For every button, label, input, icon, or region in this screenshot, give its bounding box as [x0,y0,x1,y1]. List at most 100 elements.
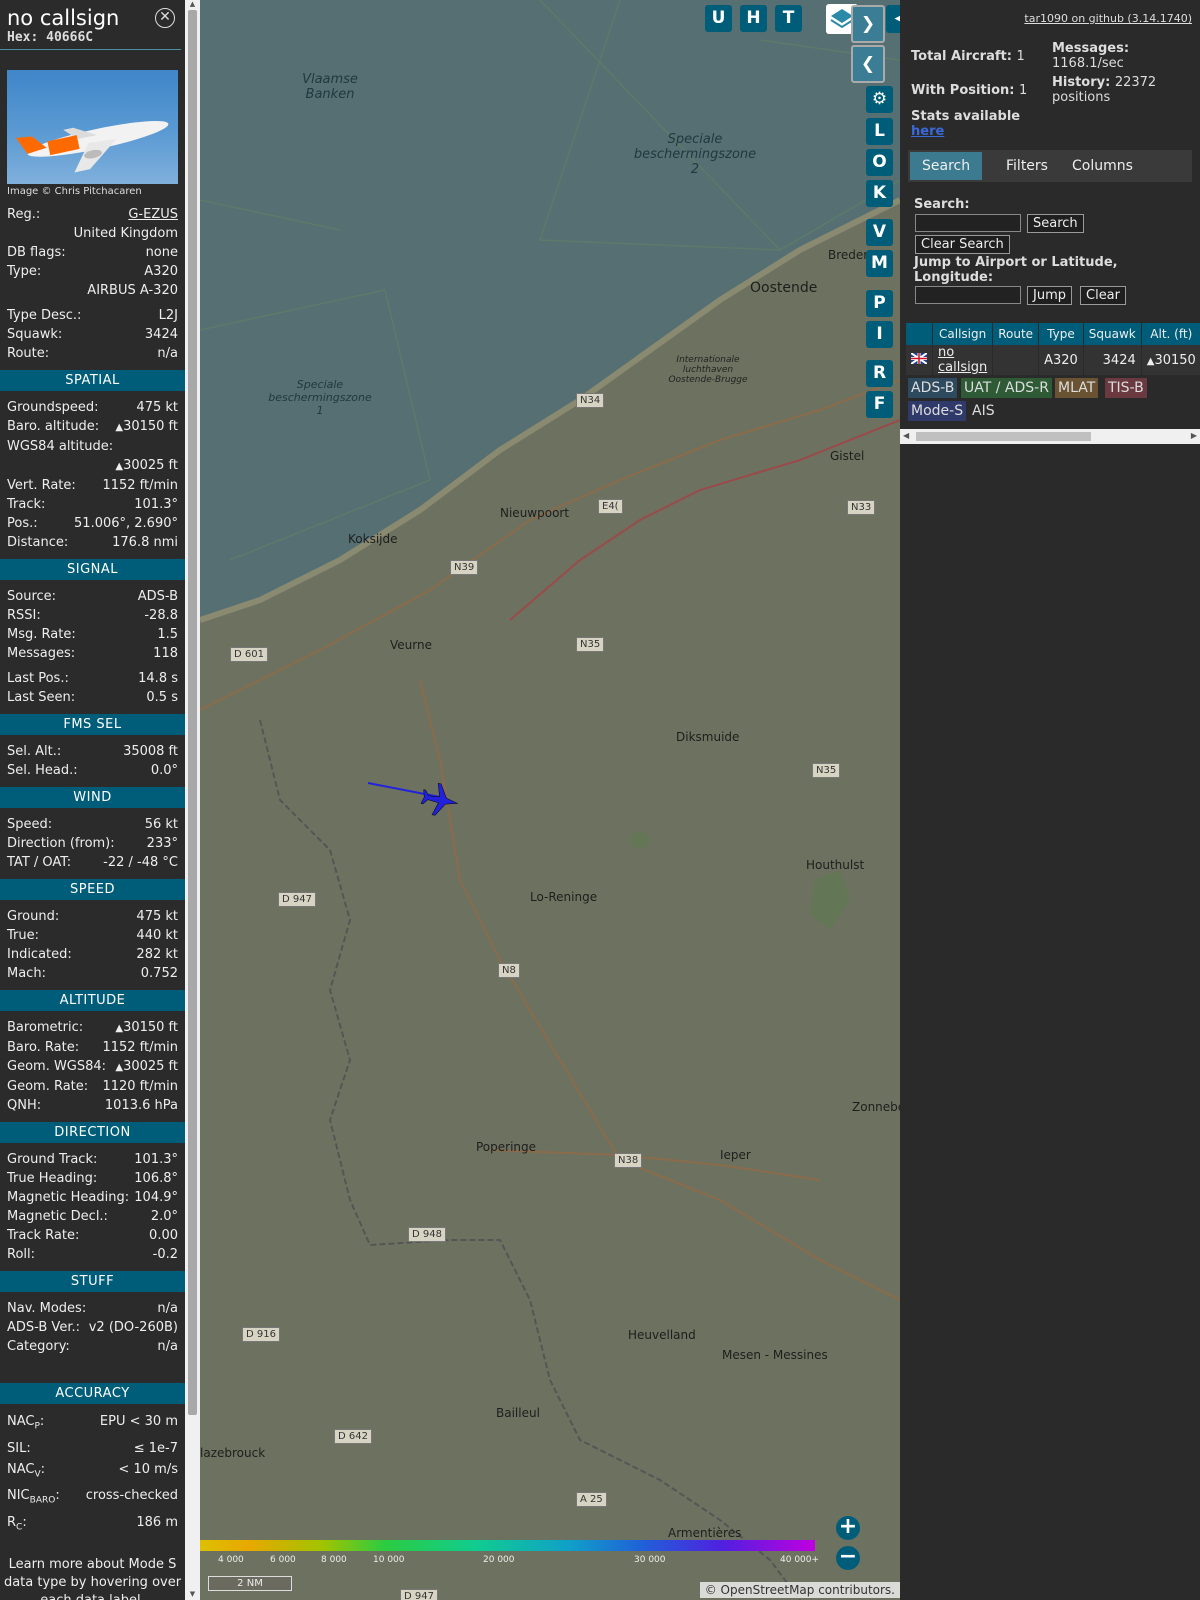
mag-decl-label: Magnetic Decl.: [7,1209,108,1224]
collapse-left-button[interactable]: ❮ [851,45,885,83]
close-icon[interactable]: ✕ [155,8,175,28]
col-callsign[interactable]: Callsign [932,323,994,345]
hscroll-thumb[interactable] [916,432,1091,441]
type-value: A320 [144,264,178,279]
col-alt[interactable]: Alt. (ft) [1141,323,1200,345]
swap-panels-button[interactable]: ◂▸ [886,5,900,33]
scroll-down-icon[interactable]: ▼ [188,1590,197,1599]
jump-label: Jump to Airport or Latitude, Longitude: [914,255,1118,285]
badge-tisb[interactable]: TIS-B [1105,378,1147,398]
toggle-k-button[interactable]: K [866,180,893,207]
toggle-l-button[interactable]: L [866,118,893,145]
last-seen-label: Last Seen: [7,690,76,705]
col-squawk[interactable]: Squawk [1083,323,1142,345]
badge-ais[interactable]: AIS [969,401,998,421]
registration-link[interactable]: G-EZUS [128,205,178,224]
road-n8: N8 [498,963,520,978]
town-bailleul: Bailleul [496,1406,540,1420]
search-label: Search: [914,197,970,212]
toggle-f-button[interactable]: F [866,391,893,418]
clear-search-button[interactable]: Clear Search [915,235,1010,254]
indicated-speed-value: 282 kt [136,947,178,962]
toggle-u-button[interactable]: U [705,5,732,32]
road-n33: N33 [847,500,876,515]
true-speed-value: 440 kt [136,928,178,943]
toggle-v-button[interactable]: V [866,219,893,246]
town-loreninge: Lo-Reninge [530,890,598,904]
row-callsign[interactable]: no callsign [932,345,994,375]
settings-button[interactable]: ⚙ [866,86,893,113]
tat-label: TAT / OAT: [7,855,72,870]
mach-label: Mach: [7,966,46,981]
jump-input[interactable] [915,286,1021,304]
toggle-t-button[interactable]: T [775,5,802,32]
history-count: History: 22372 positions [1052,75,1157,105]
town-diksmuide: Diksmuide [676,730,740,744]
expand-right-button[interactable]: ❯ [851,5,885,43]
sel-alt-value: 35008 ft [123,744,178,759]
qnh-label: QNH: [7,1098,42,1113]
col-flag[interactable] [906,323,933,345]
toggle-m-button[interactable]: M [866,250,893,277]
barometric-label: Barometric: [7,1020,84,1035]
tab-columns[interactable]: Columns [1060,152,1145,180]
toggle-h-button[interactable]: H [740,5,767,32]
badge-uat[interactable]: UAT / ADS-R [961,378,1052,398]
col-route[interactable]: Route [992,323,1040,345]
sel-alt-label: Sel. Alt.: [7,744,62,759]
table-horizontal-scrollbar[interactable]: ◀ ▶ [900,429,1200,444]
zoom-in-button[interactable]: + [836,1516,860,1540]
route-label: Route: [7,346,50,361]
msg-rate-value: 1.5 [157,627,178,642]
wind-dir-value: 233° [146,836,178,851]
toggle-r-button[interactable]: R [866,360,893,387]
col-type[interactable]: Type [1038,323,1084,345]
search-button[interactable]: Search [1027,214,1084,233]
true-heading-label: True Heading: [7,1171,98,1186]
rssi-label: RSSI: [7,608,41,623]
distance-value: 176.8 nmi [112,535,178,550]
toggle-p-button[interactable]: P [866,290,893,317]
hex-code: Hex: 40666C [7,30,94,45]
last-pos-label: Last Pos.: [7,671,69,686]
baro-alt-label: Baro. altitude: [7,419,100,434]
dbflags-value: none [145,245,178,260]
tab-filters[interactable]: Filters [994,152,1060,180]
road-d947: D 947 [278,892,316,907]
climb-arrow-icon: ▲ [115,1062,124,1073]
clear-button[interactable]: Clear [1080,286,1126,305]
badge-modes[interactable]: Mode-S [908,401,967,421]
climb-arrow-icon: ▲ [115,1023,124,1034]
scroll-up-icon[interactable]: ▲ [188,0,197,9]
zoom-out-button[interactable]: − [836,1546,860,1570]
town-koksijde: Koksijde [348,532,398,546]
aircraft-photo[interactable] [7,70,178,184]
github-link[interactable]: tar1090 on github (3.14.1740) [1024,12,1192,25]
stats-link[interactable]: here [911,124,944,139]
sel-head-value: 0.0° [150,763,178,778]
search-input[interactable] [915,214,1021,232]
last-pos-value: 14.8 s [138,671,178,686]
map-view[interactable]: Vlaamse Banken Speciale beschermingszone… [200,0,900,1600]
jump-button[interactable]: Jump [1027,286,1072,305]
scroll-left-icon[interactable]: ◀ [903,431,909,440]
sidebar-scrollbar[interactable]: ▲ ▼ [185,0,200,1600]
nacv-value: < 10 m/s [118,1461,178,1477]
tab-search[interactable]: Search [910,152,983,180]
rssi-value: -28.8 [144,608,178,623]
table-row[interactable]: no callsign A320 3424 ▲30150 [906,345,1200,375]
photo-credit: Image © Chris Pitchacaren [7,186,142,197]
scrollbar-thumb[interactable] [188,10,197,1415]
geom-value: ▲30025 ft [115,1059,178,1074]
roll-label: Roll: [7,1247,36,1262]
toggle-i-button[interactable]: I [866,321,893,348]
section-spatial: SPATIAL [0,370,185,391]
toggle-o-button[interactable]: O [866,149,893,176]
town-mesen: Mesen - Messines [722,1348,828,1362]
scroll-right-icon[interactable]: ▶ [1191,431,1197,440]
badge-mlat[interactable]: MLAT [1055,378,1099,398]
map-attribution[interactable]: © OpenStreetMap contributors. [699,1582,900,1598]
total-aircraft: Total Aircraft: 1 [911,49,1025,64]
badge-adsb[interactable]: ADS-B [908,378,958,398]
barometric-value: ▲30150 ft [115,1020,178,1035]
